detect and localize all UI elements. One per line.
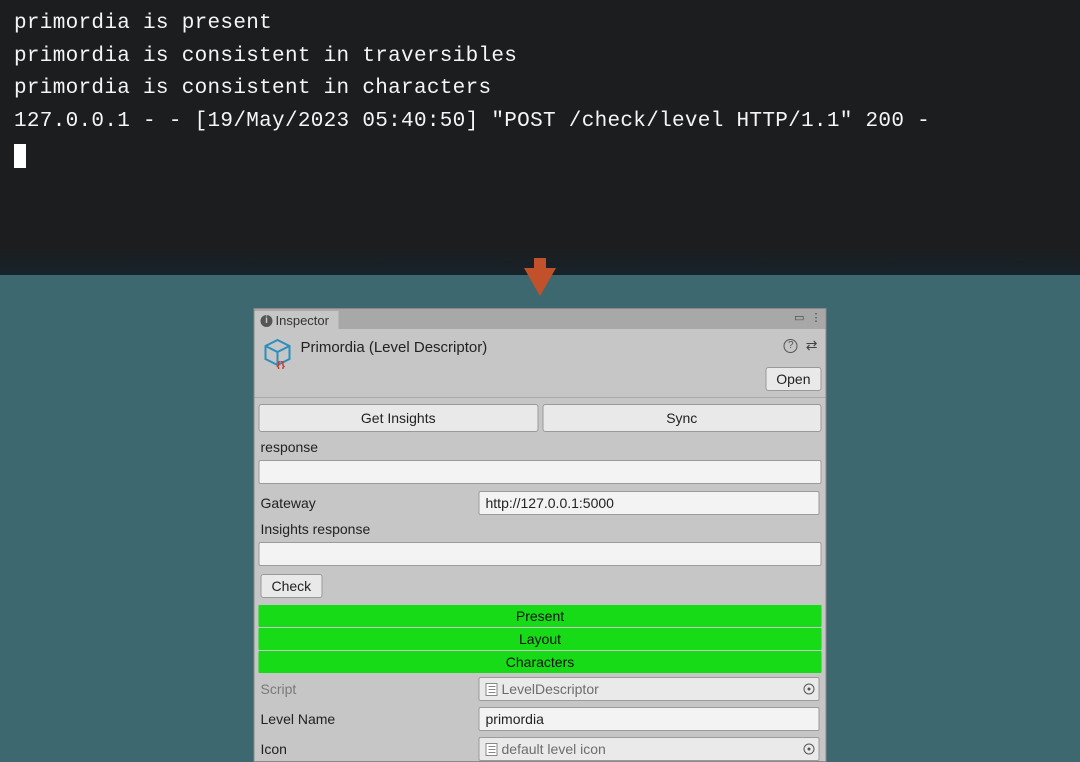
icon-label: Icon (261, 741, 479, 757)
icon-value: default level icon (502, 741, 606, 757)
preset-icon[interactable]: ⇄ (806, 337, 818, 354)
level-name-label: Level Name (261, 711, 479, 727)
status-layout: Layout (259, 628, 822, 650)
icon-reference[interactable]: default level icon (479, 737, 820, 761)
panel-menu-icon[interactable]: ⋮ (811, 311, 822, 324)
insights-response-label: Insights response (261, 521, 479, 537)
terminal-cursor (14, 144, 26, 168)
inspector-tabbar: i Inspector ▭ ⋮ (255, 309, 826, 329)
level-name-input[interactable] (479, 707, 820, 731)
gateway-label: Gateway (261, 495, 479, 511)
svg-text:{}: {} (277, 360, 286, 369)
texture-icon (486, 743, 498, 756)
object-picker-icon[interactable] (804, 744, 815, 755)
terminal-line: primordia is consistent in traversibles (14, 45, 517, 68)
check-button[interactable]: Check (261, 574, 323, 598)
script-value: LevelDescriptor (502, 681, 599, 697)
scriptable-object-icon: {} (265, 339, 291, 365)
component-header: {} Primordia (Level Descriptor) ? ⇄ (255, 329, 826, 367)
script-reference[interactable]: LevelDescriptor (479, 677, 820, 701)
insights-response-input[interactable] (259, 542, 822, 566)
status-present: Present (259, 605, 822, 627)
get-insights-button[interactable]: Get Insights (259, 404, 539, 432)
terminal-line: primordia is consistent in characters (14, 77, 491, 100)
arrow-down-icon (524, 268, 556, 296)
status-characters: Characters (259, 651, 822, 673)
object-picker-icon[interactable] (804, 684, 815, 695)
inspector-panel: i Inspector ▭ ⋮ {} Primordia (Level Desc… (254, 308, 827, 762)
gateway-input[interactable] (479, 491, 820, 515)
terminal-line: primordia is present (14, 12, 272, 35)
tab-label: Inspector (276, 313, 329, 328)
sync-button[interactable]: Sync (542, 404, 822, 432)
panel-dropdown-icon[interactable]: ▭ (794, 311, 804, 324)
info-icon: i (261, 315, 273, 327)
terminal-line: 127.0.0.1 - - [19/May/2023 05:40:50] "PO… (14, 110, 930, 133)
script-icon (486, 683, 498, 696)
terminal-output: primordia is present primordia is consis… (0, 0, 1080, 275)
open-button[interactable]: Open (765, 367, 821, 391)
component-title: Primordia (Level Descriptor) (301, 337, 488, 356)
help-icon[interactable]: ? (784, 339, 798, 353)
tab-inspector[interactable]: i Inspector (255, 310, 339, 329)
response-label: response (261, 439, 479, 455)
response-input[interactable] (259, 460, 822, 484)
script-label: Script (261, 681, 479, 697)
